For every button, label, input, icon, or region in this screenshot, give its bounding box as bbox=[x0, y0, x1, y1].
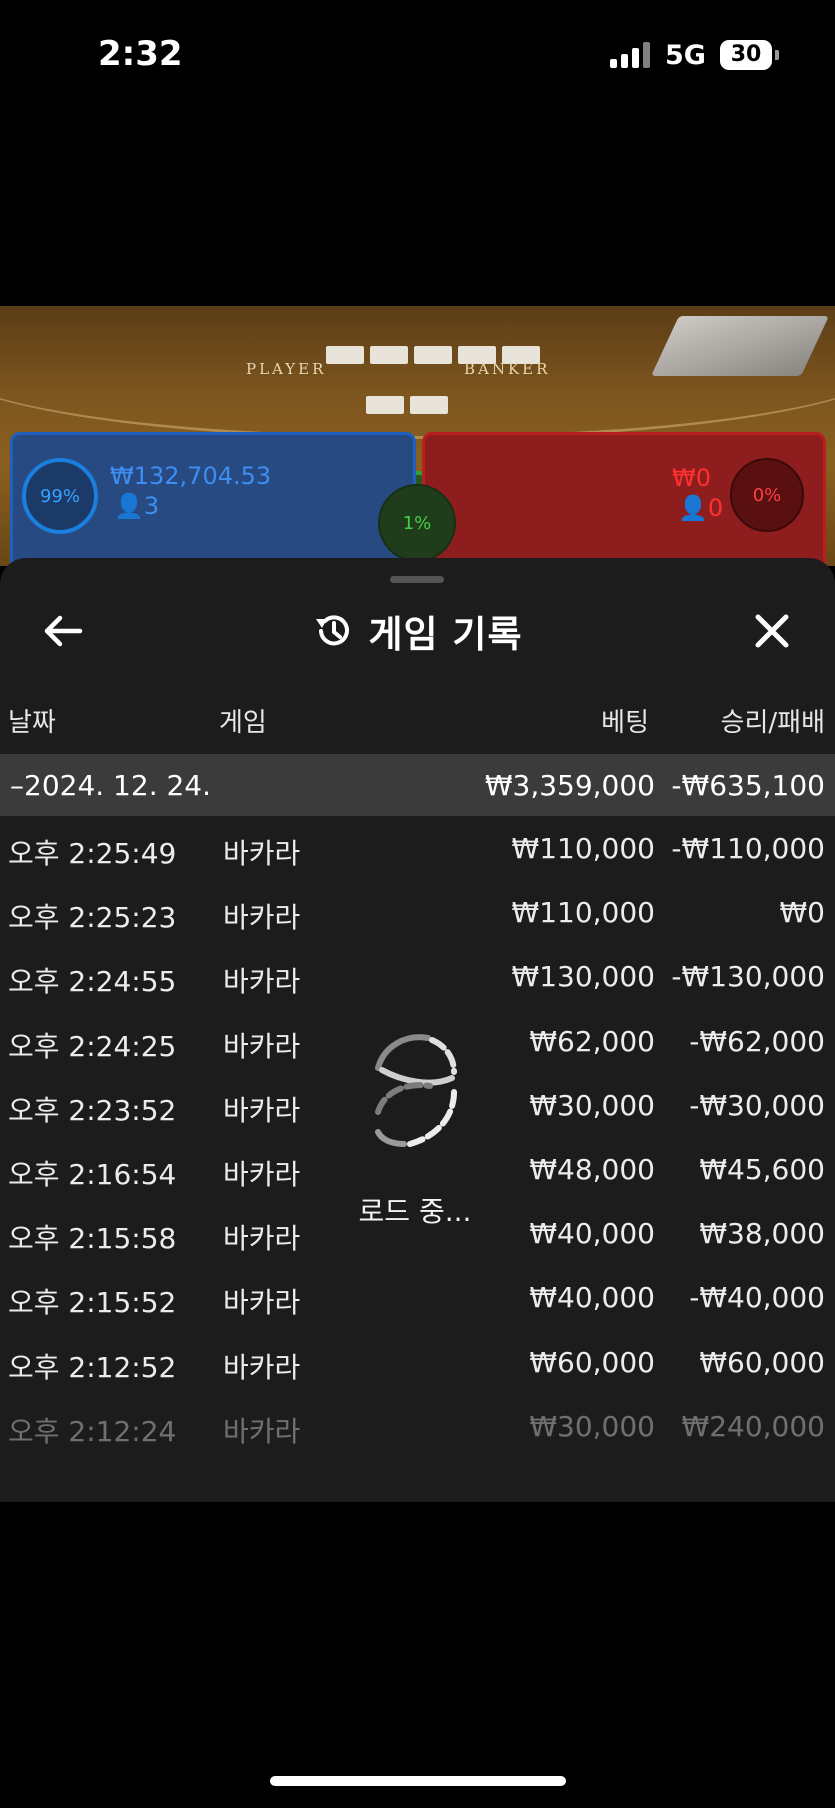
row-win-loss: ₩60,000 bbox=[699, 1345, 825, 1379]
row-time: 오후 2:25:23 bbox=[8, 901, 177, 935]
row-time: 오후 2:24:55 bbox=[8, 965, 177, 999]
row-bet: ₩40,000 bbox=[529, 1217, 655, 1251]
row-win-loss: ₩0 bbox=[779, 896, 826, 930]
row-win-loss: -₩62,000 bbox=[689, 1024, 825, 1058]
day-summary-row[interactable]: –2024. 12. 24. ₩3,359,000 -₩635,100 bbox=[0, 754, 835, 816]
player-percent-ring: 99% bbox=[22, 458, 98, 534]
banker-total-amount: ₩0 bbox=[672, 464, 711, 492]
history-row[interactable]: 오후 2:12:52 바카라 ₩60,000 ₩60,000 bbox=[0, 1330, 835, 1394]
row-bet: ₩60,000 bbox=[529, 1345, 655, 1379]
day-summary-date: –2024. 12. 24. bbox=[10, 769, 212, 802]
row-bet: ₩110,000 bbox=[511, 832, 655, 865]
user-icon: 👤 bbox=[678, 494, 708, 522]
row-win-loss: -₩30,000 bbox=[689, 1088, 825, 1122]
row-bet: ₩30,000 bbox=[529, 1088, 655, 1122]
row-game: 바카라 bbox=[223, 1093, 301, 1127]
battery-icon: 30 bbox=[720, 40, 772, 70]
row-game: 바카라 bbox=[223, 1029, 301, 1063]
column-header-win-loss: 승리/패배 bbox=[720, 708, 825, 738]
battery-cap bbox=[775, 50, 779, 60]
banker-felt-label: BANKER bbox=[464, 360, 551, 378]
status-time: 2:32 bbox=[98, 34, 183, 74]
row-game: 바카라 bbox=[223, 1222, 301, 1256]
day-summary-win-loss: -₩635,100 bbox=[671, 769, 825, 802]
row-win-loss: ₩45,600 bbox=[699, 1152, 825, 1186]
row-win-loss: -₩130,000 bbox=[671, 960, 825, 994]
dealt-cards-lower bbox=[366, 396, 448, 416]
column-header-date: 날짜 bbox=[8, 708, 56, 738]
game-table-view: PLAYER BANKER 99% ₩132,704.53 👤3 1% ₩0 👤… bbox=[0, 306, 835, 566]
close-button[interactable] bbox=[747, 606, 797, 656]
close-icon bbox=[755, 614, 789, 648]
history-row[interactable]: 오후 2:25:49 바카라 ₩110,000 -₩110,000 bbox=[0, 816, 835, 880]
row-time: 오후 2:16:54 bbox=[8, 1157, 177, 1191]
row-win-loss: ₩240,000 bbox=[681, 1409, 825, 1443]
row-time: 오후 2:23:52 bbox=[8, 1093, 177, 1127]
banker-percent-ring: 0% bbox=[730, 458, 804, 532]
history-row[interactable]: 오후 2:25:23 바카라 ₩110,000 ₩0 bbox=[0, 880, 835, 944]
column-header-game: 게임 bbox=[219, 708, 267, 738]
player-total-amount: ₩132,704.53 bbox=[110, 462, 272, 490]
network-label: 5G bbox=[665, 40, 706, 71]
row-game: 바카라 bbox=[223, 837, 301, 870]
row-win-loss: ₩38,000 bbox=[699, 1217, 825, 1251]
spinner-icon bbox=[375, 1034, 457, 1147]
row-time: 오후 2:15:58 bbox=[8, 1222, 177, 1256]
row-game: 바카라 bbox=[223, 901, 301, 935]
row-game: 바카라 bbox=[223, 1414, 301, 1448]
loading-text: 로드 중... bbox=[358, 1195, 472, 1228]
day-summary-bet: ₩3,359,000 bbox=[484, 769, 655, 802]
row-time: 오후 2:24:25 bbox=[8, 1029, 177, 1063]
tie-percent-ring: 1% bbox=[378, 484, 456, 562]
column-header-bet: 베팅 bbox=[601, 708, 649, 738]
row-win-loss: -₩40,000 bbox=[689, 1281, 825, 1315]
row-bet: ₩130,000 bbox=[511, 960, 655, 994]
history-row[interactable]: 오후 2:12:24 바카라 ₩30,000 ₩240,000 bbox=[0, 1394, 835, 1458]
signal-icon bbox=[610, 42, 652, 68]
row-game: 바카라 bbox=[223, 1350, 301, 1384]
history-clock-icon bbox=[316, 615, 350, 646]
row-game: 바카라 bbox=[223, 1157, 301, 1191]
row-bet: ₩48,000 bbox=[529, 1152, 655, 1186]
row-time: 오후 2:12:24 bbox=[8, 1414, 177, 1448]
sheet-title: 게임 기록 bbox=[368, 613, 523, 656]
row-bet: ₩40,000 bbox=[529, 1281, 655, 1315]
history-row[interactable]: 오후 2:15:52 바카라 ₩40,000 -₩40,000 bbox=[0, 1265, 835, 1329]
row-win-loss: -₩110,000 bbox=[671, 832, 825, 865]
sheet-header: 게임 기록 bbox=[0, 606, 835, 656]
row-bet: ₩30,000 bbox=[529, 1409, 655, 1443]
history-row[interactable]: 오후 2:24:55 바카라 ₩130,000 -₩130,000 bbox=[0, 944, 835, 1008]
row-time: 오후 2:15:52 bbox=[8, 1286, 177, 1320]
user-icon: 👤 bbox=[114, 492, 144, 520]
row-bet: ₩110,000 bbox=[511, 896, 655, 930]
row-time: 오후 2:25:49 bbox=[8, 837, 177, 870]
sheet-grabber[interactable] bbox=[390, 576, 444, 583]
row-bet: ₩62,000 bbox=[529, 1024, 655, 1058]
row-time: 오후 2:12:52 bbox=[8, 1350, 177, 1384]
player-felt-label: PLAYER bbox=[246, 360, 327, 378]
row-game: 바카라 bbox=[223, 1286, 301, 1320]
card-shoe bbox=[651, 316, 829, 376]
player-count: 👤3 bbox=[114, 492, 160, 520]
row-game: 바카라 bbox=[223, 965, 301, 999]
banker-count: 👤0 bbox=[678, 494, 724, 522]
home-indicator[interactable] bbox=[270, 1776, 566, 1786]
